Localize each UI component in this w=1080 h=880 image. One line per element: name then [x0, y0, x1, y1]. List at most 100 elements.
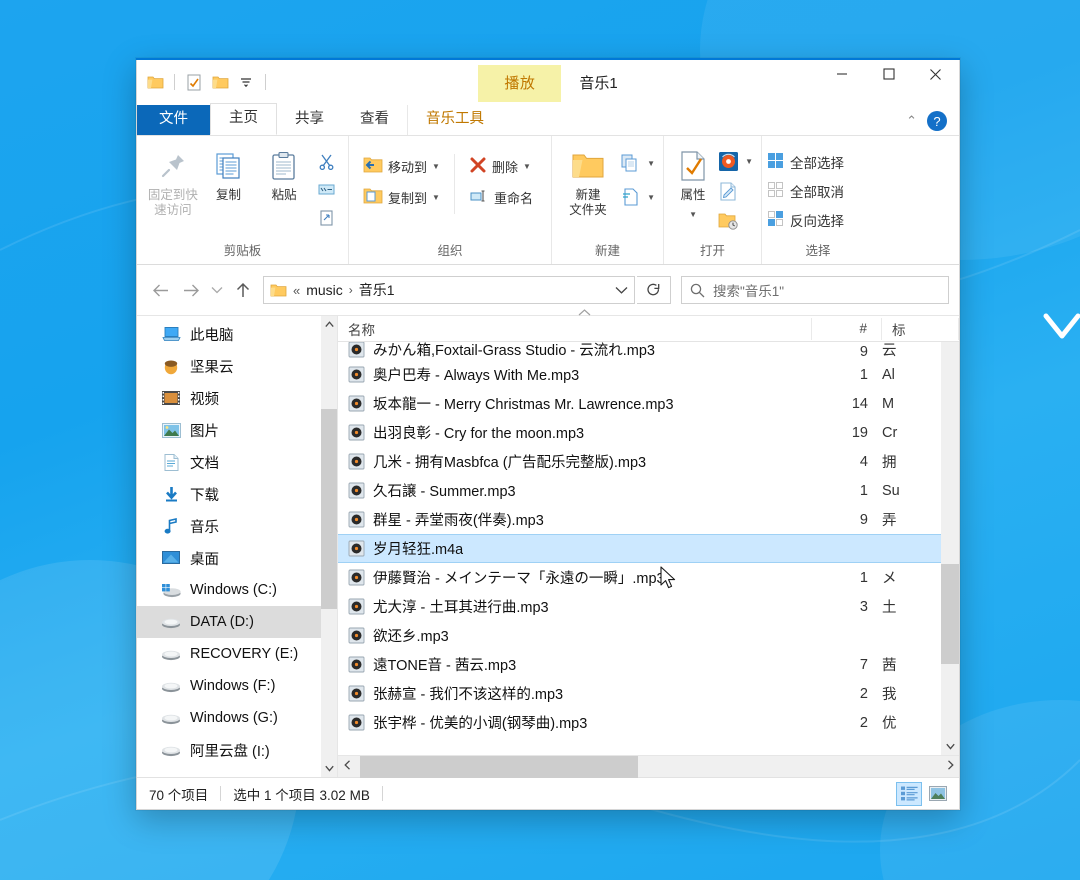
list-scrollbar[interactable] — [941, 342, 959, 755]
sidebar-item-data-d[interactable]: DATA (D:) — [137, 606, 321, 638]
breadcrumb-dropdown-icon[interactable] — [607, 283, 628, 297]
new-item-dropdown-icon[interactable]: ▼ — [647, 159, 655, 168]
column-header-title[interactable]: 标 — [882, 317, 959, 340]
column-header-track[interactable]: # — [812, 317, 882, 340]
invert-selection-button[interactable]: 反向选择 — [768, 206, 844, 233]
edit-button[interactable] — [714, 178, 742, 204]
open-media-button[interactable] — [714, 148, 742, 174]
forward-button[interactable] — [177, 276, 205, 304]
sidebar-item-windows-g[interactable]: Windows (G:) — [137, 702, 321, 734]
tab-share[interactable]: 共享 — [277, 105, 342, 135]
pin-to-quick-access-button[interactable]: 固定到快 速访问 — [145, 144, 201, 222]
details-view-button[interactable] — [896, 781, 922, 806]
nav-scroll-thumb[interactable] — [321, 409, 337, 609]
select-all-button[interactable]: 全部选择 — [768, 148, 844, 175]
copy-path-button[interactable] — [312, 176, 340, 202]
sidebar-item-documents[interactable]: 文档 — [137, 446, 321, 478]
new-folder-icon[interactable] — [210, 72, 230, 92]
tab-file[interactable]: 文件 — [137, 105, 210, 135]
table-row[interactable]: 尤大淳 - 土耳其进行曲.mp3 3 土 — [338, 592, 959, 621]
list-scroll-track[interactable] — [941, 342, 959, 737]
sidebar-item-windows-f[interactable]: Windows (F:) — [137, 670, 321, 702]
list-scroll-thumb[interactable] — [941, 564, 959, 664]
sidebar-item-recovery-e[interactable]: RECOVERY (E:) — [137, 638, 321, 670]
sidebar-item-videos[interactable]: 视频 — [137, 382, 321, 414]
recent-locations-button[interactable] — [207, 276, 227, 304]
open-dropdown-icon[interactable]: ▼ — [745, 157, 753, 166]
table-row[interactable]: 久石譲 - Summer.mp3 1 Su — [338, 476, 959, 505]
tab-view[interactable]: 查看 — [342, 105, 407, 135]
easy-access-button[interactable] — [616, 184, 644, 210]
breadcrumb-music[interactable]: music — [306, 282, 343, 298]
collapse-ribbon-icon[interactable]: ⌃ — [906, 113, 917, 129]
table-row[interactable]: 岁月轻狂.m4a — [338, 534, 959, 563]
table-row[interactable]: 张赫宣 - 我们不该这样的.mp3 2 我 — [338, 679, 959, 708]
delete-button[interactable]: 删除 ▼ — [463, 152, 539, 180]
move-to-dropdown-icon[interactable]: ▼ — [432, 162, 440, 171]
table-row[interactable]: 张宇桦 - 优美的小调(钢琴曲).mp3 2 优 — [338, 708, 959, 737]
up-button[interactable] — [229, 276, 257, 304]
minimize-button[interactable] — [818, 59, 865, 89]
tab-home[interactable]: 主页 — [210, 103, 277, 135]
address-breadcrumb-bar[interactable]: « music › 音乐1 — [263, 276, 635, 304]
sidebar-item-nutstore[interactable]: 坚果云 — [137, 350, 321, 382]
nav-scroll-up-button[interactable] — [321, 316, 337, 333]
new-item-button[interactable] — [616, 150, 644, 176]
sidebar-item-downloads[interactable]: 下载 — [137, 478, 321, 510]
hscroll-thumb[interactable] — [360, 755, 638, 778]
sidebar-item-desktop[interactable]: 桌面 — [137, 542, 321, 574]
back-button[interactable] — [147, 276, 175, 304]
copy-to-dropdown-icon[interactable]: ▼ — [432, 193, 440, 202]
table-row[interactable]: みかん箱,Foxtail-Grass Studio - 云流れ.mp3 9 云 — [338, 342, 959, 360]
select-none-button[interactable]: 全部取消 — [768, 177, 844, 204]
close-button[interactable] — [912, 59, 959, 89]
sidebar-item-this-pc[interactable]: 此电脑 — [137, 318, 321, 350]
sidebar-item-music[interactable]: 音乐 — [137, 510, 321, 542]
table-row[interactable]: 坂本龍一 - Merry Christmas Mr. Lawrence.mp3 … — [338, 389, 959, 418]
sidebar-item-aliyun-i[interactable]: 阿里云盘 (I:) — [137, 734, 321, 766]
tab-music-tools[interactable]: 音乐工具 — [407, 105, 502, 135]
copy-to-button[interactable]: 复制到 ▼ — [357, 183, 446, 211]
refresh-button[interactable] — [637, 276, 671, 304]
paste-shortcut-button[interactable] — [312, 204, 340, 230]
table-row[interactable]: 群星 - 弄堂雨夜(伴奏).mp3 9 弄 — [338, 505, 959, 534]
properties-icon[interactable] — [184, 72, 204, 92]
rename-button[interactable]: 重命名 — [463, 183, 539, 211]
table-row[interactable]: 欲还乡.mp3 — [338, 621, 959, 650]
hscroll-left-button[interactable] — [338, 760, 356, 773]
breadcrumb-current[interactable]: 音乐1 — [359, 280, 395, 300]
breadcrumb-separator-icon[interactable]: › — [349, 283, 353, 297]
hscroll-right-button[interactable] — [941, 760, 959, 773]
nav-scroll-down-button[interactable] — [321, 760, 337, 777]
paste-button[interactable]: 粘贴 — [256, 144, 312, 207]
folder-icon[interactable] — [145, 72, 165, 92]
table-row[interactable]: 几米 - 拥有Masbfca (广告配乐完整版).mp3 4 拥 — [338, 447, 959, 476]
hscroll-track[interactable] — [356, 755, 941, 778]
table-row[interactable]: 奥户巴寿 - Always With Me.mp3 1 Al — [338, 360, 959, 389]
nav-scrollbar[interactable] — [321, 316, 337, 777]
cut-button[interactable] — [312, 148, 340, 174]
table-row[interactable]: 出羽良彰 - Cry for the moon.mp3 19 Cr — [338, 418, 959, 447]
history-button[interactable] — [714, 208, 742, 234]
list-scroll-down-button[interactable] — [941, 737, 959, 755]
column-header-name[interactable]: 名称 — [338, 317, 812, 340]
table-row[interactable]: 伊藤賢治 - メインテーマ「永遠の一瞬」.mp3 1 メ — [338, 563, 959, 592]
search-input[interactable]: 搜索"音乐1" — [713, 280, 784, 300]
new-folder-button[interactable]: 新建 文件夹 — [560, 144, 616, 222]
sidebar-item-pictures[interactable]: 图片 — [137, 414, 321, 446]
customize-dropdown-icon[interactable] — [236, 72, 256, 92]
move-to-button[interactable]: 移动到 ▼ — [357, 152, 446, 180]
horizontal-scrollbar[interactable] — [338, 755, 959, 778]
table-row[interactable]: 遠TONE音 - 茜云.mp3 7 茜 — [338, 650, 959, 679]
large-icons-view-button[interactable] — [925, 782, 951, 806]
delete-dropdown-icon[interactable]: ▼ — [523, 162, 531, 171]
search-box[interactable]: 搜索"音乐1" — [681, 276, 949, 304]
nav-scroll-track[interactable] — [321, 333, 337, 760]
sidebar-item-windows-c[interactable]: Windows (C:) — [137, 574, 321, 606]
easy-access-dropdown-icon[interactable]: ▼ — [647, 193, 655, 202]
copy-button[interactable]: 复制 — [201, 144, 257, 207]
help-button[interactable]: ? — [927, 111, 947, 131]
properties-button[interactable]: 属性 ▼ — [672, 144, 714, 226]
breadcrumb-overflow[interactable]: « — [293, 283, 300, 298]
properties-dropdown-icon[interactable]: ▼ — [689, 207, 697, 222]
